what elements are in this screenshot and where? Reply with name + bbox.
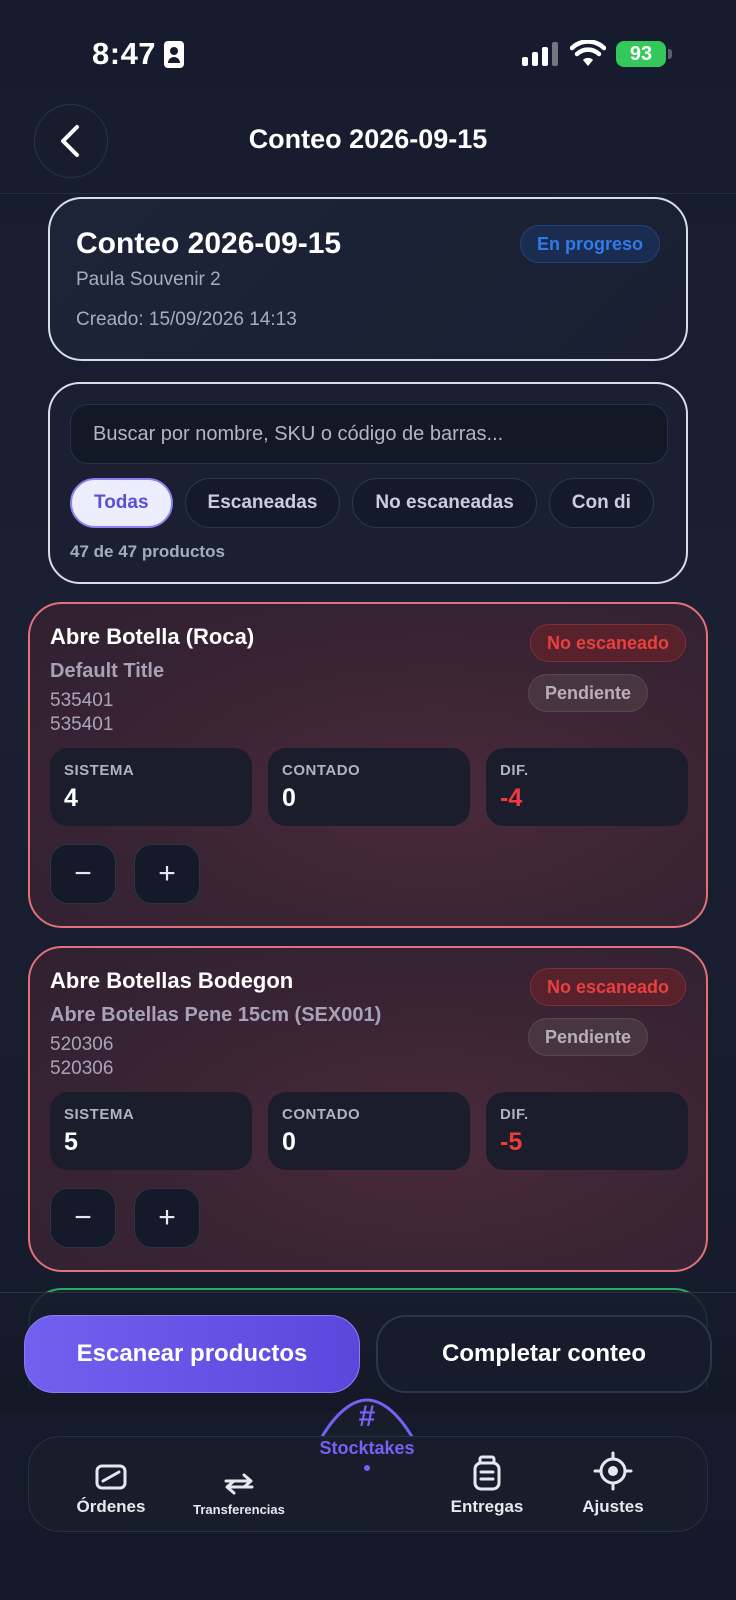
stat-counted: CONTADO 0 <box>268 1092 470 1170</box>
stat-counted: CONTADO 0 <box>268 748 470 826</box>
tab-label: Ajustes <box>582 1497 644 1516</box>
tab-stocktakes[interactable]: # Stocktakes <box>300 1400 434 1471</box>
filter-chips: Todas Escaneadas No escaneadas Con di <box>70 478 668 530</box>
stat-value: 4 <box>64 784 78 812</box>
stat-label: DIF. <box>500 1106 529 1123</box>
filter-chip-no-escaneadas[interactable]: No escaneadas <box>352 478 537 528</box>
product-count: 47 de 47 productos <box>70 542 225 561</box>
stocktake-created: Creado: 15/09/2026 14:13 <box>76 309 297 330</box>
wifi-icon <box>570 40 606 66</box>
status-badge: En progreso <box>519 225 660 263</box>
status-bar: 8:47 93 <box>0 0 736 100</box>
stat-system: SISTEMA 4 <box>50 748 252 826</box>
tab-label: Entregas <box>450 1497 524 1516</box>
decrement-button[interactable]: − <box>50 1188 116 1248</box>
tab-ajustes[interactable]: Ajustes <box>563 1437 663 1533</box>
stat-label: CONTADO <box>282 1106 361 1123</box>
filter-chip-todas[interactable]: Todas <box>70 478 173 528</box>
status-time: 8:47 <box>92 36 157 71</box>
stat-value: 0 <box>282 1128 296 1156</box>
battery-indicator: 93 <box>616 41 672 67</box>
decrement-button[interactable]: − <box>50 844 116 904</box>
product-barcode: 535401 <box>50 714 114 735</box>
product-name: Abre Botellas Bodegon <box>50 968 294 993</box>
stat-label: SISTEMA <box>64 1106 135 1123</box>
stocktake-location: Paula Souvenir 2 <box>76 269 221 290</box>
stat-label: DIF. <box>500 762 529 779</box>
hash-icon: # <box>358 1400 376 1433</box>
product-name: Abre Botella (Roca) <box>50 624 255 649</box>
tab-entregas[interactable]: Entregas <box>437 1437 537 1533</box>
cellular-signal-icon <box>522 42 558 66</box>
transfer-icon <box>224 1473 254 1495</box>
filter-chip-escaneadas[interactable]: Escaneadas <box>184 478 341 528</box>
scan-status-badge: No escaneado <box>529 624 686 662</box>
search-filter-card: Buscar por nombre, SKU o código de barra… <box>48 382 688 584</box>
stat-label: CONTADO <box>282 762 361 779</box>
stat-value: 0 <box>282 784 296 812</box>
stat-value: 5 <box>64 1128 78 1156</box>
product-variant: Abre Botellas Pene 15cm (SEX001) <box>50 1004 382 1026</box>
product-variant: Default Title <box>50 660 165 682</box>
scan-status-badge: No escaneado <box>529 968 686 1006</box>
active-tab-indicator <box>364 1465 370 1471</box>
tab-label: Transferencias <box>193 1502 285 1517</box>
tab-label: Órdenes <box>76 1497 146 1516</box>
settings-icon <box>593 1451 633 1491</box>
contact-card-icon <box>164 41 184 68</box>
stat-label: SISTEMA <box>64 762 135 779</box>
stat-system: SISTEMA 5 <box>50 1092 252 1170</box>
product-sku: 520306 <box>50 1034 114 1055</box>
delivery-icon <box>473 1455 501 1491</box>
stat-value: -5 <box>500 1128 523 1156</box>
filter-chip-con-diferencia[interactable]: Con di <box>548 478 654 528</box>
pending-badge: Pendiente <box>527 1018 648 1056</box>
stat-difference: DIF. -4 <box>486 748 688 826</box>
stocktake-info-card: Conteo 2026-09-15 Paula Souvenir 2 Cread… <box>48 197 688 361</box>
product-card: Abre Botella (Roca) Default Title 535401… <box>28 602 708 928</box>
stocktake-title: Conteo 2026-09-15 <box>76 227 342 260</box>
stat-value: -4 <box>500 784 523 812</box>
search-input[interactable]: Buscar por nombre, SKU o código de barra… <box>70 404 668 464</box>
pending-badge: Pendiente <box>527 674 648 712</box>
complete-count-button[interactable]: Completar conteo <box>376 1315 712 1393</box>
scan-products-button[interactable]: Escanear productos <box>24 1315 360 1393</box>
tab-transferencias[interactable]: Transferencias <box>179 1437 299 1533</box>
nav-header: Conteo 2026-09-15 <box>0 100 736 194</box>
product-barcode: 520306 <box>50 1058 114 1079</box>
page-title: Conteo 2026-09-15 <box>248 124 488 154</box>
stat-difference: DIF. -5 <box>486 1092 688 1170</box>
tab-ordenes[interactable]: Órdenes <box>65 1437 157 1533</box>
increment-button[interactable]: + <box>134 844 200 904</box>
product-card: Abre Botellas Bodegon Abre Botellas Pene… <box>28 946 708 1272</box>
increment-button[interactable]: + <box>134 1188 200 1248</box>
orders-icon <box>95 1464 127 1490</box>
product-sku: 535401 <box>50 690 114 711</box>
battery-level: 93 <box>629 42 653 65</box>
tab-label: Stocktakes <box>319 1438 415 1458</box>
